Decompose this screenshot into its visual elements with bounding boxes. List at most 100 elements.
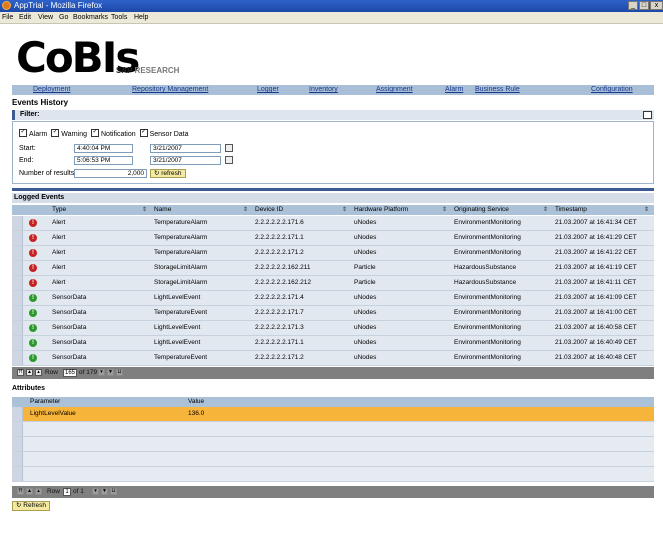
start-calendar-icon[interactable] (225, 144, 233, 152)
refresh-button[interactable]: ↻ Refresh (12, 501, 51, 511)
table-row[interactable]: ! SensorData LightLevelEvent 2.2.2.2.2.2.17… (12, 336, 654, 351)
menu-file[interactable]: File (2, 13, 13, 23)
minimize-button[interactable]: _ (628, 1, 638, 10)
end-calendar-icon[interactable] (225, 156, 233, 164)
originating-service-cell: EnvironmentMonitoring (454, 219, 521, 226)
col-parameter[interactable]: Parameter (30, 397, 60, 407)
nav-assignment[interactable]: Assignment (376, 85, 413, 95)
col-type[interactable]: Type (52, 205, 66, 215)
table-row[interactable]: ! Alert TemperatureAlarm 2.2.2.2.2.2.171.2 u… (12, 246, 654, 261)
table-row[interactable]: ! SensorData TemperatureEvent 2.2.2.2.2.2.1… (12, 351, 654, 366)
last-page-button[interactable]: ⇊ (110, 488, 117, 495)
table-row[interactable]: ! SensorData LightLevelEvent 2.2.2.2.2.2.17… (12, 291, 654, 306)
first-page-button[interactable]: ⇈ (17, 369, 24, 376)
close-button[interactable]: x (650, 1, 663, 10)
nav-configuration[interactable]: Configuration (591, 85, 633, 95)
table-row[interactable]: ! SensorData TemperatureEvent 2.2.2.2.2.2.1… (12, 306, 654, 321)
col-hardware-platform[interactable]: Hardware Platform (354, 205, 408, 215)
menu-bookmarks[interactable]: Bookmarks (73, 13, 108, 23)
start-time-input[interactable]: 4:40:04 PM (74, 144, 133, 153)
pager-row-input[interactable]: 165 (63, 369, 77, 377)
next-row-button[interactable]: ▾ (92, 488, 99, 495)
maximize-button[interactable]: □ (639, 1, 649, 10)
menu-view[interactable]: View (38, 13, 53, 23)
col-originating-service[interactable]: Originating Service (454, 205, 509, 215)
sort-icon[interactable]: ⇕ (142, 205, 147, 215)
last-page-button[interactable]: ⇊ (116, 369, 123, 376)
previous-page-button[interactable]: ▲ (26, 369, 33, 376)
next-row-button[interactable]: ▾ (98, 369, 105, 376)
row-selector[interactable] (12, 276, 23, 290)
table-row[interactable]: ! Alert TemperatureAlarm 2.2.2.2.2.2.171.6 u… (12, 216, 654, 231)
menu-tools[interactable]: Tools (111, 13, 127, 23)
name-cell: StorageLimitAlarm (154, 279, 208, 286)
alert-icon: ! (29, 219, 37, 227)
timestamp-cell: 21.03.2007 at 16:40:48 CET (555, 354, 637, 361)
sort-icon[interactable]: ⇕ (342, 205, 347, 215)
table-row[interactable]: ! Alert StorageLimitAlarm 2.2.2.2.2.2.162.2… (12, 261, 654, 276)
pager-row-input[interactable]: 1 (63, 488, 71, 496)
nav-alarm[interactable]: Alarm (445, 85, 463, 95)
notification-checkbox[interactable]: ✓ (91, 129, 99, 137)
warning-checkbox[interactable]: ✓ (51, 129, 60, 137)
sort-icon[interactable]: ⇕ (644, 205, 649, 215)
previous-page-button[interactable]: ▲ (26, 488, 33, 495)
results-input[interactable]: 2,000 (74, 169, 147, 178)
table-row[interactable]: ! Alert StorageLimitAlarm 2.2.2.2.2.2.162.2… (12, 276, 654, 291)
row-selector[interactable] (12, 351, 23, 365)
sort-icon[interactable]: ⇕ (442, 205, 447, 215)
col-device-id[interactable]: Device ID (255, 205, 283, 215)
row-selector[interactable] (12, 216, 23, 230)
nav-business-rule[interactable]: Business Rule (475, 85, 520, 95)
name-cell: TemperatureAlarm (154, 234, 208, 241)
end-label: End: (19, 157, 34, 164)
end-time-input[interactable]: 5:06:53 PM (74, 156, 133, 165)
minimize-panel-icon[interactable] (643, 111, 652, 119)
filter-refresh-button[interactable]: ↻ refresh (150, 169, 186, 178)
device-id-cell: 2.2.2.2.2.2.162.211 (255, 264, 311, 271)
row-selector[interactable] (12, 231, 23, 245)
previous-row-button[interactable]: ▴ (35, 488, 42, 495)
previous-row-button[interactable]: ▴ (35, 369, 42, 376)
hardware-platform-cell: uNodes (354, 249, 377, 256)
nav-inventory[interactable]: Inventory (309, 85, 338, 95)
hardware-platform-cell: Particle (354, 279, 376, 286)
row-selector[interactable] (12, 321, 23, 335)
menu-go[interactable]: Go (59, 13, 68, 23)
col-name[interactable]: Name (154, 205, 171, 215)
menu-edit[interactable]: Edit (19, 13, 31, 23)
table-row[interactable]: ! SensorData LightLevelEvent 2.2.2.2.2.2.17… (12, 321, 654, 336)
window-titlebar: AppTrial - Mozilla Firefox _ □ x (0, 0, 663, 12)
row-selector[interactable] (12, 291, 23, 305)
next-page-button[interactable]: ▼ (101, 488, 108, 495)
start-date-input[interactable]: 3/21/2007 (150, 144, 221, 153)
nav-logger[interactable]: Logger (257, 85, 279, 95)
col-timestamp[interactable]: Timestamp (555, 205, 587, 215)
research-label: RESEARCH (134, 66, 180, 75)
next-page-button[interactable]: ▼ (107, 369, 114, 376)
sensor-data-checkbox[interactable]: ✓ (139, 129, 148, 137)
row-selector (12, 452, 23, 466)
nav-deployment[interactable]: Deployment (33, 85, 70, 95)
end-date-input[interactable]: 3/21/2007 (150, 156, 221, 165)
row-selector[interactable] (12, 261, 23, 275)
alert-icon: ! (29, 264, 37, 272)
sort-icon[interactable]: ⇕ (543, 205, 548, 215)
col-value[interactable]: Value (188, 397, 204, 407)
row-selector[interactable] (12, 407, 23, 421)
originating-service-cell: EnvironmentMonitoring (454, 234, 521, 241)
sort-icon[interactable]: ⇕ (243, 205, 248, 215)
table-row[interactable]: ! Alert TemperatureAlarm 2.2.2.2.2.2.171.1 u… (12, 231, 654, 246)
refresh-label: Refresh (23, 502, 47, 509)
attribute-row[interactable]: LightLevelValue 136.0 (12, 407, 654, 422)
row-selector[interactable] (12, 306, 23, 320)
alarm-checkbox[interactable]: ✓ (19, 129, 27, 137)
device-id-cell: 2.2.2.2.2.2.171.1 (255, 234, 304, 241)
menu-help[interactable]: Help (134, 13, 148, 23)
alert-icon: ! (29, 279, 37, 287)
pager-of-label: of 179 (79, 369, 98, 376)
row-selector[interactable] (12, 246, 23, 260)
nav-repository-management[interactable]: Repository Management (132, 85, 208, 95)
first-page-button[interactable]: ⇈ (17, 488, 24, 495)
row-selector[interactable] (12, 336, 23, 350)
